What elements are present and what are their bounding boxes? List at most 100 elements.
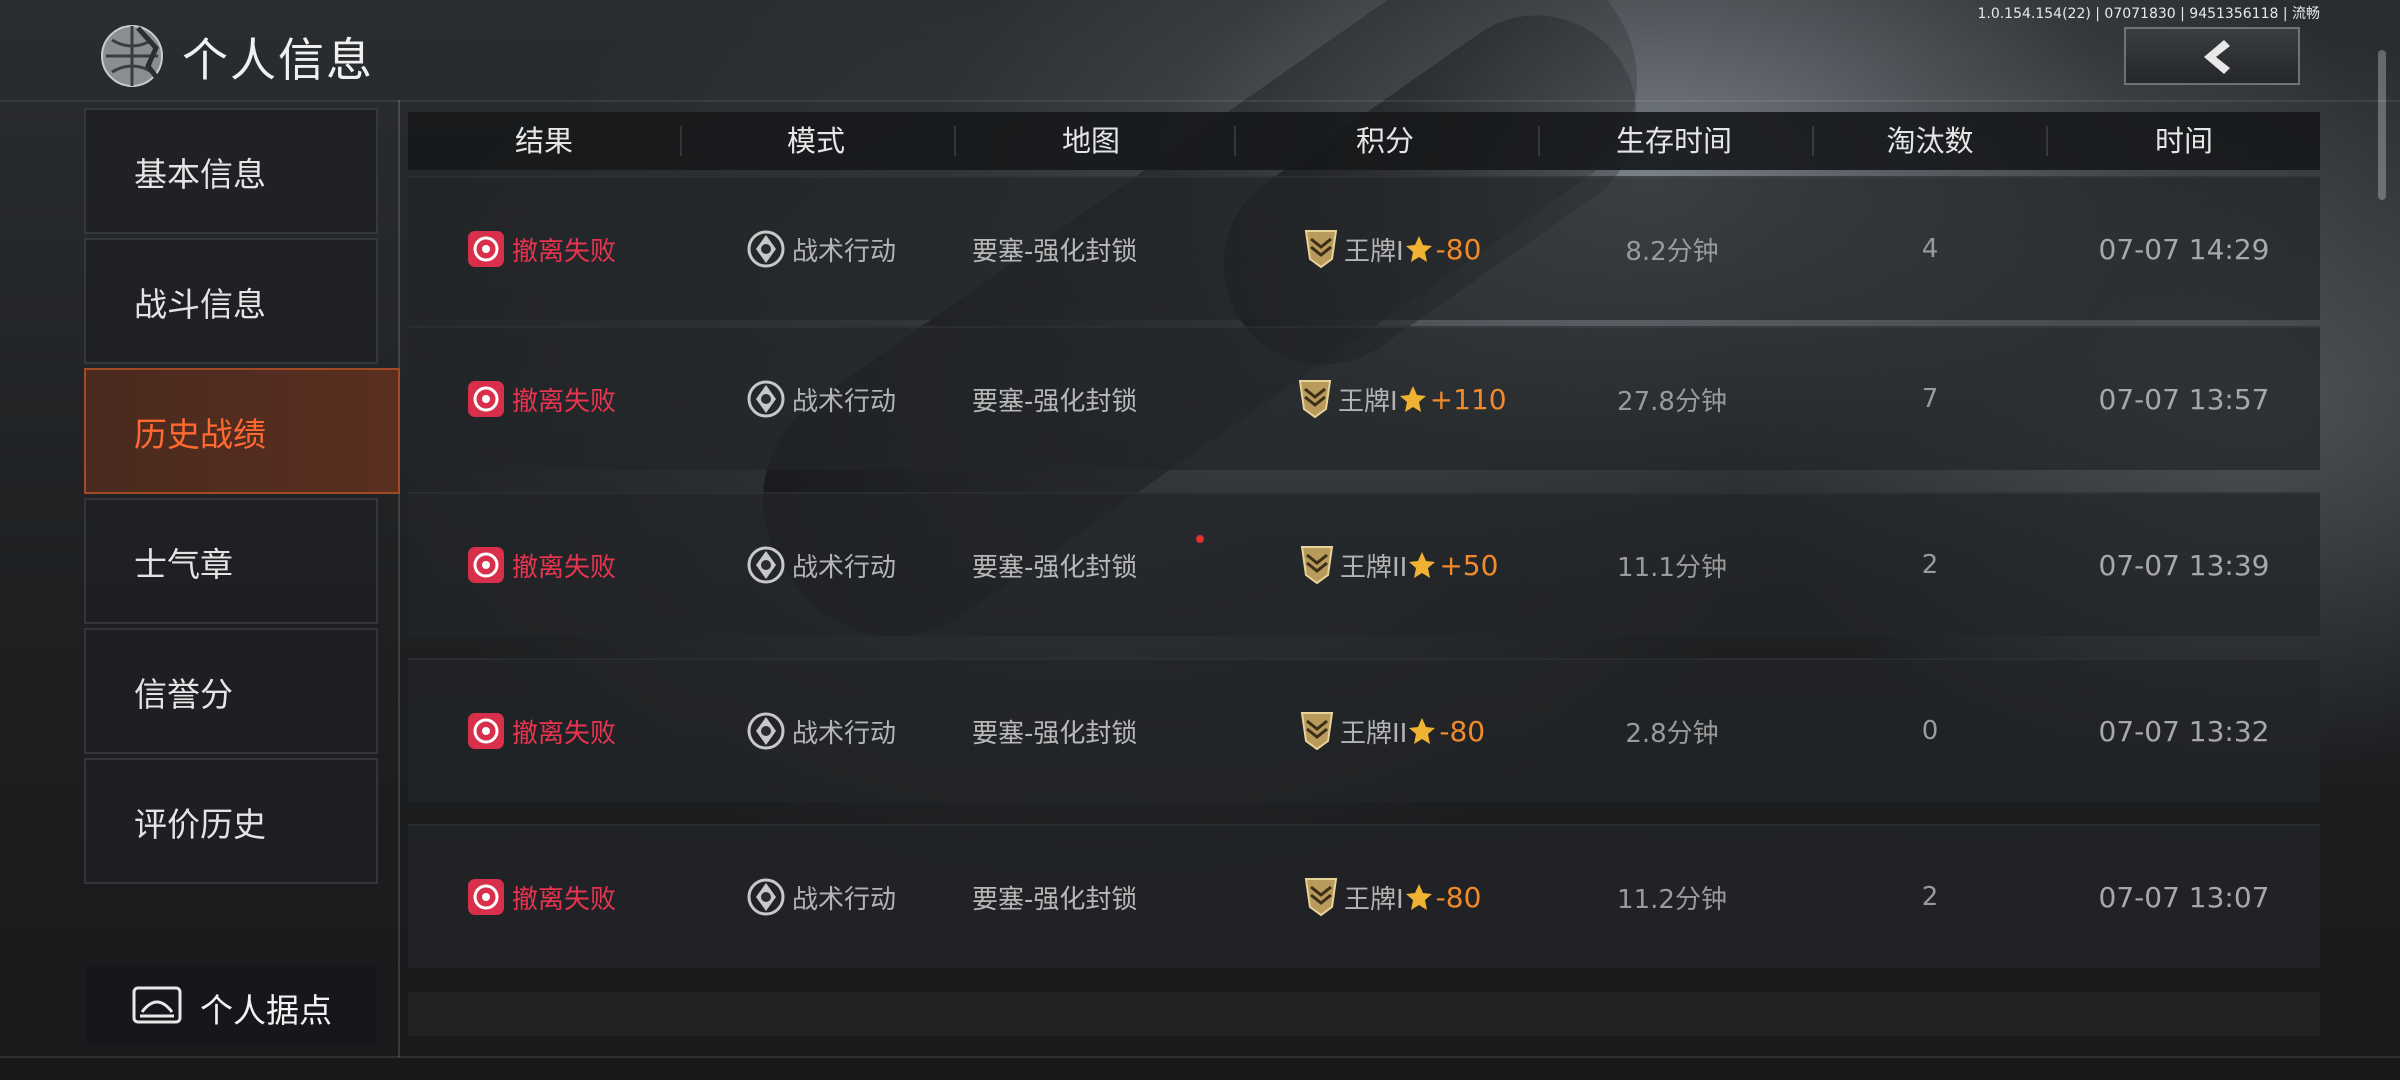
survival-cell: 2.8分钟 [1542, 660, 1802, 802]
score-delta: -80 [1439, 714, 1486, 748]
column-header-score: 积分 [1355, 124, 1414, 158]
sidebar-item-label: 基本信息 [134, 155, 266, 194]
survival-cell: 11.1分钟 [1542, 494, 1802, 636]
rank-badge-icon [1304, 230, 1338, 269]
map-cell: 要塞-强化封锁 [972, 328, 1222, 470]
sidebar-item-match-history[interactable]: 历史战绩 [84, 368, 400, 494]
time-text: 07-07 14:29 [2098, 232, 2270, 266]
survival-text: 2.8分钟 [1625, 718, 1719, 749]
score-cell: 王牌I +110 [1296, 328, 1566, 470]
score-delta: +50 [1439, 548, 1499, 582]
mode-cell: 战术行动 [746, 178, 946, 320]
red-dot-indicator [1196, 535, 1204, 543]
version-info: 1.0.154.154(22) | 07071830 | 9451356118 … [1977, 6, 2320, 22]
star-icon [1409, 552, 1436, 578]
rank-badge-icon [1300, 546, 1334, 585]
result-text: 撤离失败 [512, 236, 617, 267]
fail-icon [468, 381, 504, 417]
fail-icon [468, 713, 504, 749]
mode-text: 战术行动 [792, 718, 897, 749]
base-icon [132, 986, 182, 1024]
result-cell: 撤离失败 [468, 328, 688, 470]
table-row[interactable]: 撤离失败 战术行动 要塞-强化封锁 王牌I -80 8.2分钟 4 07-07 … [408, 176, 2320, 320]
sidebar-item-label: 信誉分 [134, 675, 233, 714]
time-text: 07-07 13:39 [2098, 548, 2270, 582]
mode-text: 战术行动 [792, 236, 897, 267]
kills-text: 2 [1921, 550, 1939, 580]
result-cell: 撤离失败 [468, 494, 688, 636]
survival-text: 11.1分钟 [1617, 552, 1727, 583]
kills-text: 0 [1921, 716, 1939, 746]
kills-cell: 2 [1812, 494, 2048, 636]
map-cell: 要塞-强化封锁 [972, 494, 1222, 636]
rank-text: 王牌I [1338, 386, 1398, 417]
chevron-left-icon [2204, 40, 2230, 74]
rank-badge-icon [1298, 380, 1332, 419]
map-cell: 要塞-强化封锁 [972, 660, 1222, 802]
sidebar-item-review-history[interactable]: 评价历史 [84, 758, 378, 884]
sidebar-item-label: 战斗信息 [134, 285, 266, 324]
page-title: 个人信息 [182, 33, 374, 87]
table-row[interactable]: 撤离失败 战术行动 要塞-强化封锁 王牌II -80 2.8分钟 0 07-07… [408, 658, 2320, 802]
star-icon [1405, 884, 1432, 910]
time-cell: 07-07 13:32 [2048, 660, 2320, 802]
kills-cell: 0 [1812, 660, 2048, 802]
result-text: 撤离失败 [512, 884, 617, 915]
result-text: 撤离失败 [512, 718, 617, 749]
table-row-partial[interactable] [408, 992, 2320, 1036]
score-cell: 王牌II -80 [1298, 660, 1568, 802]
kills-cell: 2 [1812, 826, 2048, 968]
column-header-kills: 淘汰数 [1886, 124, 1974, 158]
result-cell: 撤离失败 [468, 826, 688, 968]
tactical-mode-icon [747, 712, 785, 750]
survival-cell: 27.8分钟 [1542, 328, 1802, 470]
star-icon [1409, 718, 1436, 744]
mode-text: 战术行动 [792, 552, 897, 583]
mode-cell: 战术行动 [746, 494, 946, 636]
personal-base-button[interactable]: 个人据点 [86, 966, 376, 1044]
sidebar-item-basic-info[interactable]: 基本信息 [84, 108, 378, 234]
map-text: 要塞-强化封锁 [972, 386, 1138, 417]
star-icon [1405, 236, 1432, 262]
map-text: 要塞-强化封锁 [972, 236, 1138, 267]
back-button[interactable] [2124, 27, 2300, 85]
screen: 个人信息 1.0.154.154(22) | 07071830 | 945135… [0, 0, 2400, 1080]
table-header: 结果 模式 地图 积分 生存时间 淘汰数 时间 [408, 112, 2320, 170]
time-cell: 07-07 13:39 [2048, 494, 2320, 636]
time-cell: 07-07 13:07 [2048, 826, 2320, 968]
table-row[interactable]: 撤离失败 战术行动 要塞-强化封锁 王牌I +110 27.8分钟 7 07-0… [408, 326, 2320, 470]
sidebar-item-label: 士气章 [134, 545, 233, 584]
map-text: 要塞-强化封锁 [972, 552, 1138, 583]
table-row[interactable]: 撤离失败 战术行动 要塞-强化封锁 王牌II +50 11.1分钟 2 07-0… [408, 492, 2320, 636]
bottom-divider [0, 1056, 2400, 1058]
personal-base-label: 个人据点 [200, 991, 332, 1030]
mode-cell: 战术行动 [746, 826, 946, 968]
score-cell: 王牌I -80 [1302, 826, 1562, 968]
fail-icon [468, 879, 504, 915]
sidebar-item-combat-info[interactable]: 战斗信息 [84, 238, 378, 364]
column-header-mode: 模式 [786, 124, 845, 158]
survival-text: 27.8分钟 [1617, 386, 1727, 417]
rank-badge-icon [1304, 878, 1338, 917]
result-text: 撤离失败 [512, 386, 617, 417]
mode-cell: 战术行动 [746, 328, 946, 470]
kills-text: 4 [1921, 234, 1939, 264]
kills-text: 7 [1921, 384, 1939, 414]
tactical-mode-icon [747, 878, 785, 916]
column-header-survival: 生存时间 [1615, 124, 1732, 158]
column-header-map: 地图 [1061, 124, 1120, 158]
sidebar-item-reputation[interactable]: 信誉分 [84, 628, 378, 754]
scrollbar[interactable] [2378, 50, 2386, 200]
map-cell: 要塞-强化封锁 [972, 178, 1222, 320]
table-row[interactable]: 撤离失败 战术行动 要塞-强化封锁 王牌I -80 11.2分钟 2 07-07… [408, 824, 2320, 968]
rank-badge-icon [1300, 712, 1334, 751]
time-text: 07-07 13:57 [2098, 382, 2270, 416]
kills-cell: 7 [1812, 328, 2048, 470]
score-cell: 王牌I -80 [1302, 178, 1562, 320]
globe-logo-icon [101, 25, 163, 87]
rank-text: 王牌I [1344, 236, 1404, 267]
score-delta: +110 [1429, 382, 1507, 416]
map-cell: 要塞-强化封锁 [972, 826, 1222, 968]
rank-text: 王牌II [1340, 718, 1408, 749]
sidebar-item-morale-badge[interactable]: 士气章 [84, 498, 378, 624]
